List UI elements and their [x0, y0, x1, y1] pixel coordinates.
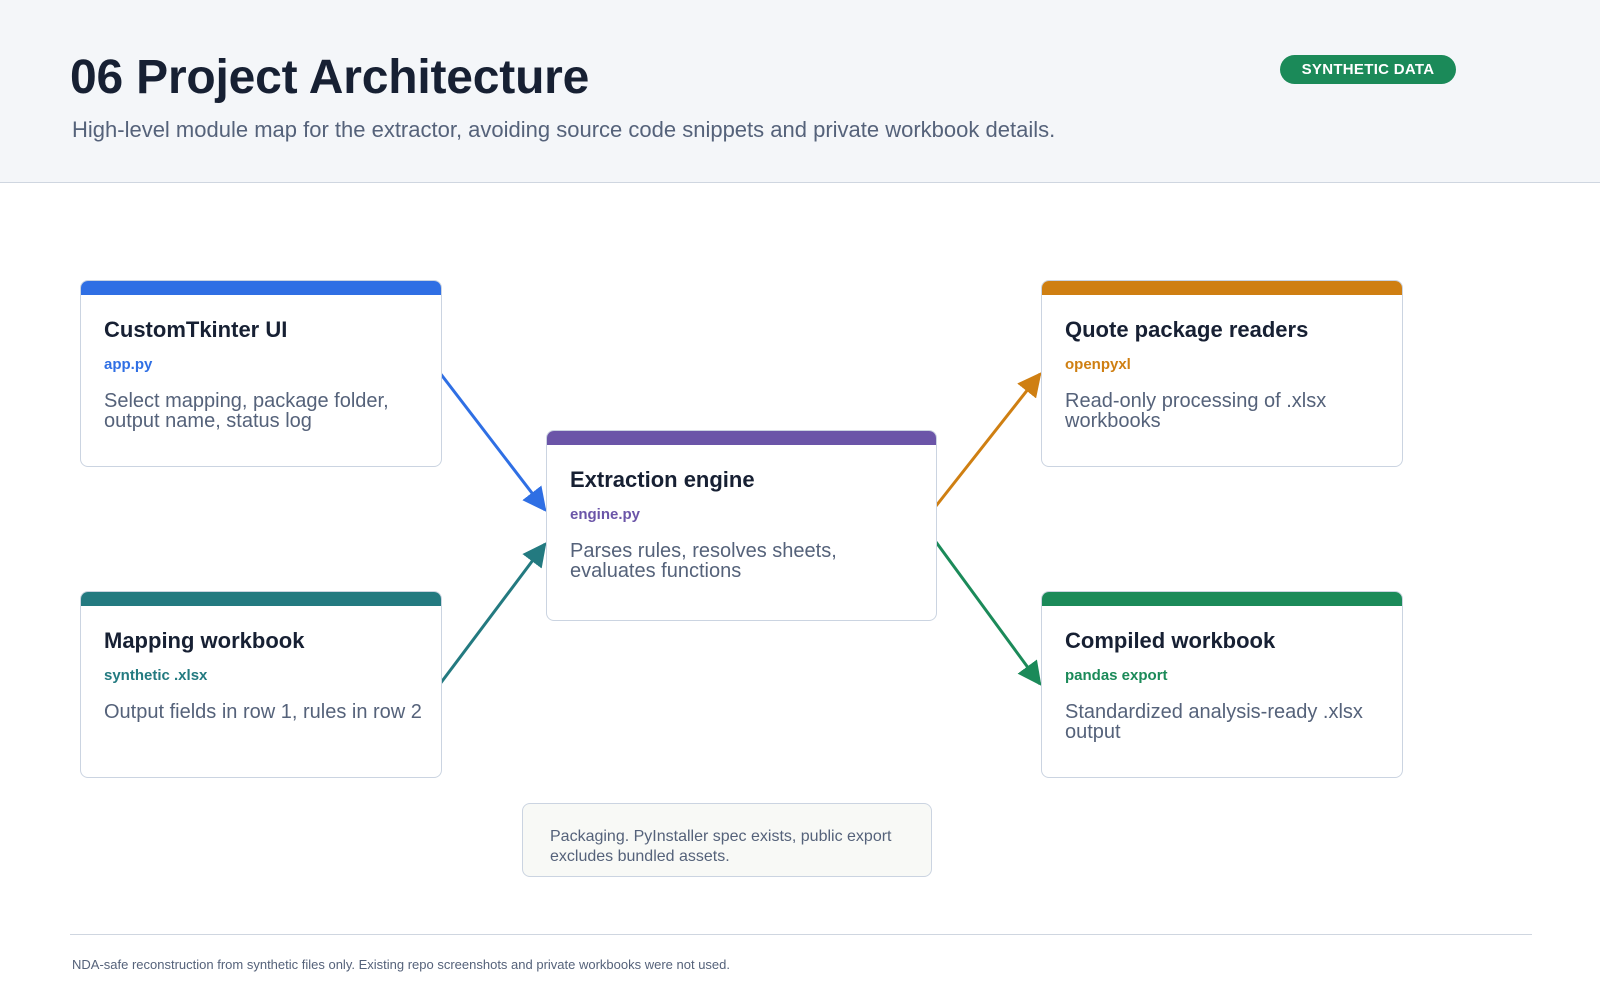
node-title: Quote package readers — [1065, 317, 1309, 342]
node-accent-bar — [1042, 281, 1402, 295]
node-tech-label: app.py — [104, 356, 153, 373]
node-mapping-workbook: Mapping workbook synthetic .xlsx Output … — [80, 591, 442, 778]
node-title: CustomTkinter UI — [104, 317, 288, 342]
node-compiled-workbook: Compiled workbook pandas export Standard… — [1041, 591, 1403, 778]
packaging-note: Packaging. PyInstaller spec exists, publ… — [522, 803, 932, 877]
node-description: Output fields in row 1, rules in row 2 — [104, 701, 422, 723]
arrow-mapping-to-engine — [438, 542, 547, 685]
node-tech-label: pandas export — [1065, 667, 1168, 684]
node-description: Read-only processing of .xlsx workbooks — [1065, 390, 1327, 432]
node-accent-bar — [81, 592, 441, 606]
node-title: Compiled workbook — [1065, 628, 1276, 653]
node-tech-label: synthetic .xlsx — [104, 667, 208, 684]
footer-note: NDA-safe reconstruction from synthetic f… — [72, 957, 731, 972]
arrow-engine-to-compiled — [934, 541, 1042, 686]
node-description: Standardized analysis-ready .xlsx output — [1065, 701, 1363, 743]
node-description: Select mapping, package folder, output n… — [104, 390, 389, 432]
arrow-engine-to-readers — [934, 372, 1042, 507]
node-tech-label: openpyxl — [1065, 356, 1131, 373]
node-extraction-engine: Extraction engine engine.py Parses rules… — [546, 430, 937, 621]
node-tech-label: engine.py — [570, 506, 641, 523]
node-description: Parses rules, resolves sheets, evaluates… — [570, 540, 837, 582]
node-accent-bar — [81, 281, 441, 295]
node-title: Mapping workbook — [104, 628, 305, 653]
arrow-ui-to-engine — [438, 372, 547, 512]
node-quote-package-readers: Quote package readers openpyxl Read-only… — [1041, 280, 1403, 467]
node-title: Extraction engine — [570, 467, 755, 492]
node-accent-bar — [1042, 592, 1402, 606]
node-ui: CustomTkinter UI app.py Select mapping, … — [80, 280, 442, 467]
footer-divider — [70, 934, 1532, 935]
node-accent-bar — [547, 431, 936, 445]
